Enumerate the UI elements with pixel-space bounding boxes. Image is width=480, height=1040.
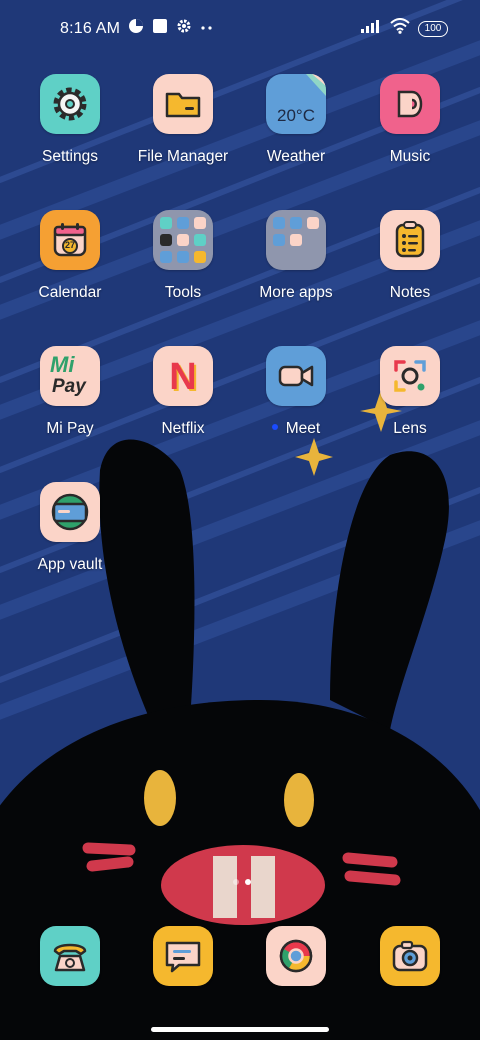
app-label: More apps	[259, 284, 333, 301]
battery-indicator: 100	[418, 20, 448, 37]
app-meet[interactable]: Meet	[240, 346, 352, 438]
page-indicator-dot	[233, 879, 239, 885]
app-label: File Manager	[137, 148, 229, 165]
mini-app-icon	[177, 251, 189, 263]
mini-app-icon	[273, 217, 285, 229]
netflix-logo: N	[169, 356, 197, 398]
weather-temp: 20°C	[277, 106, 315, 125]
app-label: Netflix	[161, 420, 205, 437]
app-netflix[interactable]: N Netflix	[127, 346, 239, 438]
new-install-dot	[271, 423, 278, 430]
app-label: Mi Pay	[46, 420, 94, 437]
app-notes[interactable]: Notes	[354, 210, 466, 302]
mini-app-icon	[290, 234, 302, 246]
mi-pay-icon: Mi Pay	[40, 346, 100, 406]
app-app-vault[interactable]: App vault	[14, 482, 126, 574]
folder-tools-icon	[153, 210, 213, 270]
app-lens[interactable]: Lens	[354, 346, 466, 438]
message-icon	[153, 926, 213, 986]
mini-app-icon	[307, 217, 319, 229]
more-notifications-icon	[200, 20, 214, 38]
app-label: Music	[389, 148, 431, 165]
chrome-icon	[266, 926, 326, 986]
meet-video-icon	[266, 346, 326, 406]
mini-app-icon	[194, 251, 206, 263]
mini-app-icon	[160, 251, 172, 263]
mini-app-icon	[177, 217, 189, 229]
mini-app-icon	[290, 217, 302, 229]
app-label: Notes	[389, 284, 431, 301]
folder-more-apps[interactable]: More apps	[240, 210, 352, 302]
dock-phone[interactable]	[14, 926, 126, 986]
lens-icon	[380, 346, 440, 406]
netflix-icon: N	[153, 346, 213, 406]
app-label: App vault	[37, 556, 103, 573]
app-label: Settings	[41, 148, 98, 165]
app-mi-pay[interactable]: Mi Pay Mi Pay	[14, 346, 126, 438]
status-bar: 8:16 AM 100	[0, 0, 480, 56]
folder-icon	[153, 74, 213, 134]
folder-more-apps-icon	[266, 210, 326, 270]
mini-app-icon	[160, 234, 172, 246]
app-weather[interactable]: 20°C Weather	[240, 74, 352, 166]
mi-pay-logo-bottom: Pay	[52, 376, 86, 397]
folder-tools[interactable]: Tools	[127, 210, 239, 302]
page-indicator-dot-active	[245, 879, 251, 885]
settings-gear-icon	[40, 74, 100, 134]
weather-icon: 20°C	[266, 74, 326, 134]
app-label: Lens	[393, 420, 427, 437]
mini-app-icon	[194, 234, 206, 246]
app-label: Calendar	[38, 284, 102, 301]
app-label-wrap: Meet	[240, 420, 352, 438]
calendar-day: 27	[64, 240, 75, 250]
camera-icon	[380, 926, 440, 986]
notes-icon	[380, 210, 440, 270]
dock-messaging[interactable]	[127, 926, 239, 986]
mini-app-icon	[273, 234, 285, 246]
phone-icon	[40, 926, 100, 986]
app-calendar[interactable]: 27 Calendar	[14, 210, 126, 302]
app-settings[interactable]: Settings	[14, 74, 126, 166]
app-music[interactable]: Music	[354, 74, 466, 166]
app-file-manager[interactable]: File Manager	[127, 74, 239, 166]
music-icon	[380, 74, 440, 134]
status-time: 8:16 AM	[60, 19, 121, 37]
app-label: Weather	[266, 148, 326, 165]
notification-square-icon	[152, 18, 168, 39]
dock-chrome[interactable]	[240, 926, 352, 986]
wifi-icon	[390, 18, 410, 39]
mini-app-icon	[160, 217, 172, 229]
calendar-icon: 27	[40, 210, 100, 270]
app-label: Meet	[285, 420, 321, 437]
signal-icon	[360, 19, 382, 38]
gear-icon	[176, 18, 192, 39]
mi-pay-logo-top: Mi	[50, 352, 75, 377]
mini-app-icon	[177, 234, 189, 246]
app-label: Tools	[164, 284, 202, 301]
dock-camera[interactable]	[354, 926, 466, 986]
home-gesture-bar[interactable]	[151, 1027, 329, 1032]
app-vault-icon	[40, 482, 100, 542]
data-saver-icon	[128, 18, 144, 39]
mini-app-icon	[194, 217, 206, 229]
